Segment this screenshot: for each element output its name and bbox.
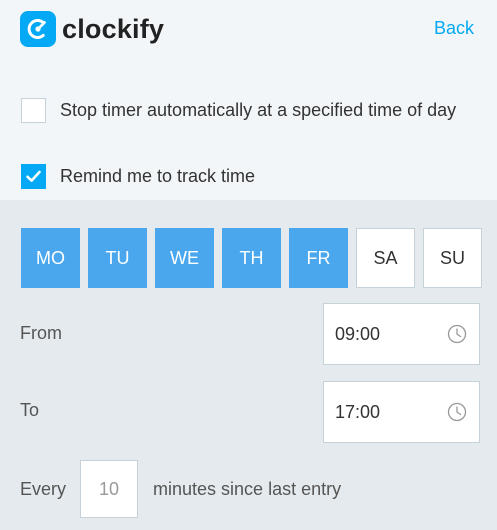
checkmark-icon xyxy=(26,170,41,182)
app-header: clockify Back xyxy=(0,0,497,74)
minutes-input[interactable]: 10 xyxy=(80,460,139,518)
every-label: Every xyxy=(20,478,67,499)
to-time-input[interactable]: 17:00 xyxy=(323,381,480,443)
day-sa-button[interactable]: SA xyxy=(356,228,415,288)
from-time-value: 09:00 xyxy=(335,323,381,344)
day-th-button[interactable]: TH xyxy=(222,228,281,288)
stop-timer-checkbox[interactable] xyxy=(21,98,46,123)
day-we-button[interactable]: WE xyxy=(155,228,214,288)
app-name: clockify xyxy=(62,13,165,44)
clock-icon xyxy=(447,324,467,344)
remind-label: Remind me to track time xyxy=(60,166,256,186)
day-mo-button[interactable]: MO xyxy=(21,228,80,288)
back-link[interactable]: Back xyxy=(434,18,474,39)
minutes-suffix: minutes since last entry xyxy=(153,478,342,499)
from-label: From xyxy=(20,323,62,343)
reminder-interval: Every 10 minutes since last entry xyxy=(20,458,341,520)
clockify-logo-icon xyxy=(20,11,56,47)
weekday-selector: MO TU WE TH FR SA SU xyxy=(21,228,490,288)
day-fr-button[interactable]: FR xyxy=(289,228,348,288)
clock-icon xyxy=(447,402,467,422)
clockify-logo: clockify xyxy=(20,11,164,47)
remind-option[interactable]: Remind me to track time xyxy=(21,164,255,189)
stop-timer-option[interactable]: Stop timer automatically at a specified … xyxy=(21,98,456,123)
day-tu-button[interactable]: TU xyxy=(88,228,147,288)
to-time-value: 17:00 xyxy=(335,401,381,422)
from-time-input[interactable]: 09:00 xyxy=(323,303,480,365)
timer-options: Stop timer automatically at a specified … xyxy=(0,74,497,200)
remind-checkbox[interactable] xyxy=(21,164,46,189)
day-su-button[interactable]: SU xyxy=(423,228,482,288)
to-label: To xyxy=(20,400,40,420)
stop-timer-label: Stop timer automatically at a specified … xyxy=(60,100,457,120)
